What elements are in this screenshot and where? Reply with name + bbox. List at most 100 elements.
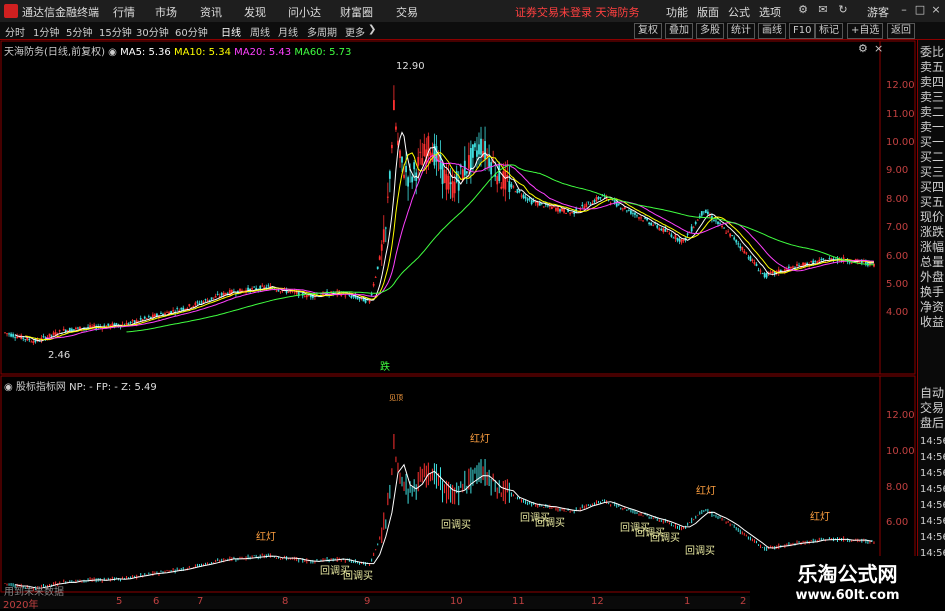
sidebar-item[interactable]: 涨幅 [920, 240, 945, 255]
sidebar-item[interactable]: 自动 [920, 386, 945, 401]
candle-body [4, 332, 6, 334]
chart-settings-icon[interactable]: ⚙ [858, 42, 868, 55]
more-arrow-icon[interactable]: ❯ [368, 24, 376, 35]
candle-body [77, 327, 79, 329]
candle-body [480, 138, 482, 155]
candle-body [765, 273, 768, 278]
sidebar-item[interactable]: 卖二 [920, 105, 945, 120]
f10-button[interactable]: F10 [789, 23, 816, 39]
sidebar-item[interactable]: 买二 [920, 150, 945, 165]
x-tick: 2 [740, 596, 747, 607]
menu-trade[interactable]: 交易 [396, 4, 418, 20]
multi-stock-button[interactable]: 多股 [696, 23, 724, 39]
sidebar-item[interactable]: 买三 [920, 165, 945, 180]
sidebar-item[interactable]: 委比 [920, 45, 945, 60]
period-weekly[interactable]: 周线 [250, 24, 270, 39]
sidebar-item[interactable]: 涨跌 [920, 225, 945, 240]
candle-body [682, 239, 685, 241]
menu-discover[interactable]: 发现 [244, 4, 266, 20]
candle-body [516, 189, 519, 193]
ma20-label: MA20: 5.43 [234, 47, 292, 58]
period-more[interactable]: 更多 [345, 24, 365, 39]
candle-body [253, 286, 256, 288]
sidebar-item[interactable]: 净资 [920, 300, 945, 315]
mark-button[interactable]: 标记 [815, 23, 843, 39]
ma5-label: MA5: 5.36 [120, 47, 171, 58]
close-icon[interactable]: × [929, 3, 943, 17]
chart-close-icon[interactable]: × [874, 42, 883, 55]
sidebar-item[interactable]: 卖一 [920, 120, 945, 135]
eye-icon[interactable]: ◉ [4, 382, 13, 393]
candle-body [723, 227, 725, 229]
menu-market-quotes[interactable]: 行情 [113, 4, 135, 20]
sidebar-item[interactable]: 总量 [920, 255, 945, 270]
ma-line [126, 164, 875, 333]
candle-body [145, 318, 148, 319]
menu-layout[interactable]: 版面 [697, 4, 719, 20]
period-daily[interactable]: 日线 [221, 24, 241, 39]
guest-label[interactable]: 游客 [867, 4, 889, 20]
sidebar-item[interactable]: 买一 [920, 135, 945, 150]
y-tick: 8.00 [886, 194, 909, 205]
candle-body [676, 237, 679, 241]
candle-body [579, 209, 582, 211]
candle-body [350, 295, 353, 298]
period-5min[interactable]: 5分钟 [66, 24, 92, 39]
menu-market[interactable]: 市场 [155, 4, 177, 20]
sidebar-item[interactable]: 收益 [920, 315, 945, 330]
sidebar-item[interactable]: 交易 [920, 401, 945, 416]
back-button[interactable]: 返回 [887, 23, 915, 39]
candle-body [640, 217, 642, 219]
sidebar-item[interactable]: 卖五 [920, 60, 945, 75]
sidebar-item[interactable]: 换手 [920, 285, 945, 300]
x-tick: 7 [197, 596, 204, 607]
red-signal: 红灯 [696, 486, 716, 497]
candle-body [196, 301, 199, 303]
period-multi[interactable]: 多周期 [307, 24, 337, 39]
candle-body [50, 334, 53, 336]
candle-body [472, 144, 474, 158]
sidebar-item[interactable]: 卖三 [920, 90, 945, 105]
draw-line-button[interactable]: 画线 [758, 23, 786, 39]
sidebar-item[interactable]: 现价 [920, 210, 945, 225]
overlay-button[interactable]: 叠加 [665, 23, 693, 39]
period-15min[interactable]: 15分钟 [99, 24, 132, 39]
menu-ask[interactable]: 问小达 [288, 4, 321, 20]
minimize-icon[interactable]: – [897, 3, 911, 17]
candle-body [737, 243, 740, 245]
period-monthly[interactable]: 月线 [278, 24, 298, 39]
sidebar-item[interactable]: 买五 [920, 195, 945, 210]
settings-icon[interactable]: ⚙ [796, 3, 810, 17]
eye-icon[interactable]: ◉ [108, 47, 117, 58]
maximize-icon[interactable]: □ [913, 3, 927, 17]
candle-body [658, 228, 661, 230]
sidebar-item[interactable]: 盘后 [920, 416, 945, 431]
menu-wealth[interactable]: 财富圈 [340, 4, 373, 20]
period-60min[interactable]: 60分钟 [175, 24, 208, 39]
add-watchlist-button[interactable]: +自选 [847, 23, 884, 39]
red-signal: 红灯 [470, 434, 490, 445]
menu-news[interactable]: 资讯 [200, 4, 222, 20]
candle-body [632, 213, 634, 215]
sidebar-item[interactable]: 外盘 [920, 270, 945, 285]
period-timeline[interactable]: 分时 [5, 24, 25, 39]
candle-body [176, 308, 179, 309]
menu-formula[interactable]: 公式 [728, 4, 750, 20]
refresh-icon[interactable]: ↻ [836, 3, 850, 17]
candle-body [149, 316, 152, 318]
candle-body [261, 285, 264, 287]
candle-body [429, 151, 432, 156]
candle-body [563, 208, 565, 213]
sidebar-item[interactable]: 买四 [920, 180, 945, 195]
stats-button[interactable]: 统计 [727, 23, 755, 39]
sidebar-item[interactable]: 卖四 [920, 75, 945, 90]
menu-options[interactable]: 选项 [759, 4, 781, 20]
adjust-button[interactable]: 复权 [634, 23, 662, 39]
period-30min[interactable]: 30分钟 [136, 24, 169, 39]
period-1min[interactable]: 1分钟 [33, 24, 59, 39]
candle-body [12, 334, 15, 337]
menu-functions[interactable]: 功能 [666, 4, 688, 20]
trade-time: 14:56 [920, 468, 945, 479]
candle-body [719, 223, 721, 225]
mail-icon[interactable]: ✉ [816, 3, 830, 17]
